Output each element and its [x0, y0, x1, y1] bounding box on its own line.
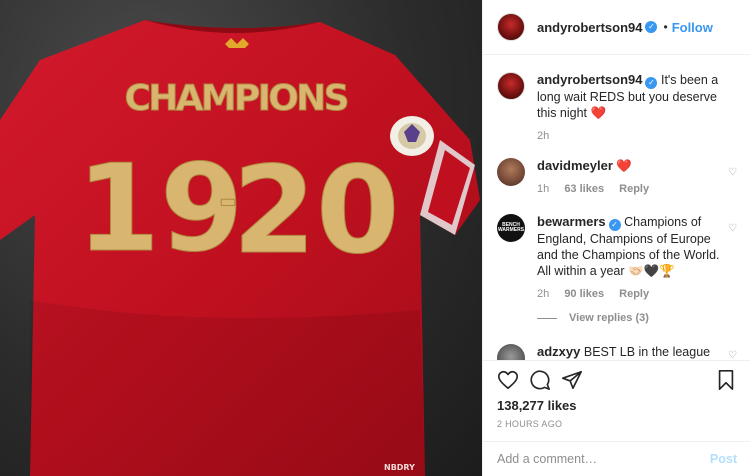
likes-count[interactable]: 138,277 likes	[497, 398, 577, 413]
comment-meta: 2h 90 likes Reply	[537, 288, 727, 300]
post-photo[interactable]: CHAMPIONS 19 - 20 NBDRY	[0, 0, 482, 476]
caption-meta: 2h	[537, 130, 727, 142]
comment-likes[interactable]: 90 likes	[564, 288, 604, 300]
comment-icon[interactable]	[529, 369, 551, 391]
view-replies-label: View replies (3)	[569, 312, 649, 324]
verified-icon: ✓	[645, 77, 658, 89]
comment-text-block: adzxyy BEST LB in the league 🐐	[537, 344, 727, 360]
like-comment-icon[interactable]: ♡	[728, 167, 737, 178]
caption-text-block: andyrobertson94 ✓ It's been a long wait R…	[537, 72, 727, 121]
comment-username[interactable]: bewarmers	[537, 214, 606, 229]
verified-icon: ✓	[645, 21, 658, 33]
comment-time[interactable]: 2h	[537, 288, 549, 300]
post-time-ago[interactable]: 2 HOURS AGO	[497, 419, 562, 429]
comment-username[interactable]: adzxyy	[537, 344, 580, 359]
comment-meta: 1h 63 likes Reply	[537, 183, 727, 195]
avatar-label: BENCH WARMERS	[497, 222, 525, 233]
comments-list[interactable]: andyrobertson94 ✓ It's been a long wait R…	[483, 56, 750, 361]
comment-emoji: 🤝🏻🖤🏆	[628, 264, 675, 278]
comment-emoji: ❤️	[616, 159, 632, 173]
header-separator: •	[663, 20, 668, 34]
list-item: adzxyy BEST LB in the league 🐐	[497, 344, 737, 360]
commenter-avatar[interactable]: BENCH WARMERS	[497, 214, 525, 242]
reply-button[interactable]: Reply	[619, 288, 649, 300]
post-side-panel: andyrobertson94 ✓ • Follow andyrobertson…	[482, 0, 750, 476]
comment-time[interactable]: 1h	[537, 183, 549, 195]
caption-username[interactable]: andyrobertson94	[537, 72, 642, 87]
comment-text-block: bewarmers ✓ Champions of England, Champio…	[537, 214, 727, 279]
bookmark-icon[interactable]	[715, 369, 737, 391]
jersey-illustration: CHAMPIONS 19 - 20 NBDRY	[0, 20, 480, 476]
comment-username[interactable]: davidmeyler	[537, 158, 613, 173]
post-header: andyrobertson94 ✓ • Follow	[483, 0, 750, 55]
add-comment-bar: Post	[483, 441, 750, 476]
caption-emoji: ❤️	[590, 106, 607, 120]
caption-avatar[interactable]	[497, 72, 525, 100]
follow-button[interactable]: Follow	[672, 20, 713, 35]
view-replies-button[interactable]: View replies (3)	[537, 312, 649, 324]
caption: andyrobertson94 ✓ It's been a long wait R…	[497, 72, 737, 142]
author-avatar[interactable]	[497, 13, 525, 41]
comment-text-block: davidmeyler ❤️	[537, 158, 727, 174]
like-comment-icon[interactable]: ♡	[728, 223, 737, 234]
heart-icon[interactable]	[497, 369, 519, 391]
jersey-word: CHAMPIONS	[125, 78, 350, 119]
like-comment-icon[interactable]: ♡	[728, 350, 737, 360]
share-icon[interactable]	[561, 369, 583, 391]
view-replies-line	[537, 317, 557, 319]
comment-input[interactable]	[497, 452, 697, 466]
sleeve-logo: NBDRY	[384, 463, 415, 472]
jersey-season-right: 20	[233, 142, 400, 281]
verified-icon: ✓	[608, 219, 621, 231]
caption-time[interactable]: 2h	[537, 130, 549, 142]
list-item: BENCH WARMERS bewarmers ✓ Champions of En…	[497, 214, 737, 300]
commenter-avatar[interactable]	[497, 158, 525, 186]
comment-text: BEST LB in the league	[583, 345, 711, 359]
post-actions	[497, 366, 737, 394]
author-username[interactable]: andyrobertson94	[537, 20, 642, 35]
list-item: davidmeyler ❤️ 1h 63 likes Reply	[497, 158, 737, 195]
reply-button[interactable]: Reply	[619, 183, 649, 195]
comment-likes[interactable]: 63 likes	[564, 183, 604, 195]
post-button[interactable]: Post	[710, 452, 737, 466]
commenter-avatar[interactable]	[497, 344, 525, 360]
